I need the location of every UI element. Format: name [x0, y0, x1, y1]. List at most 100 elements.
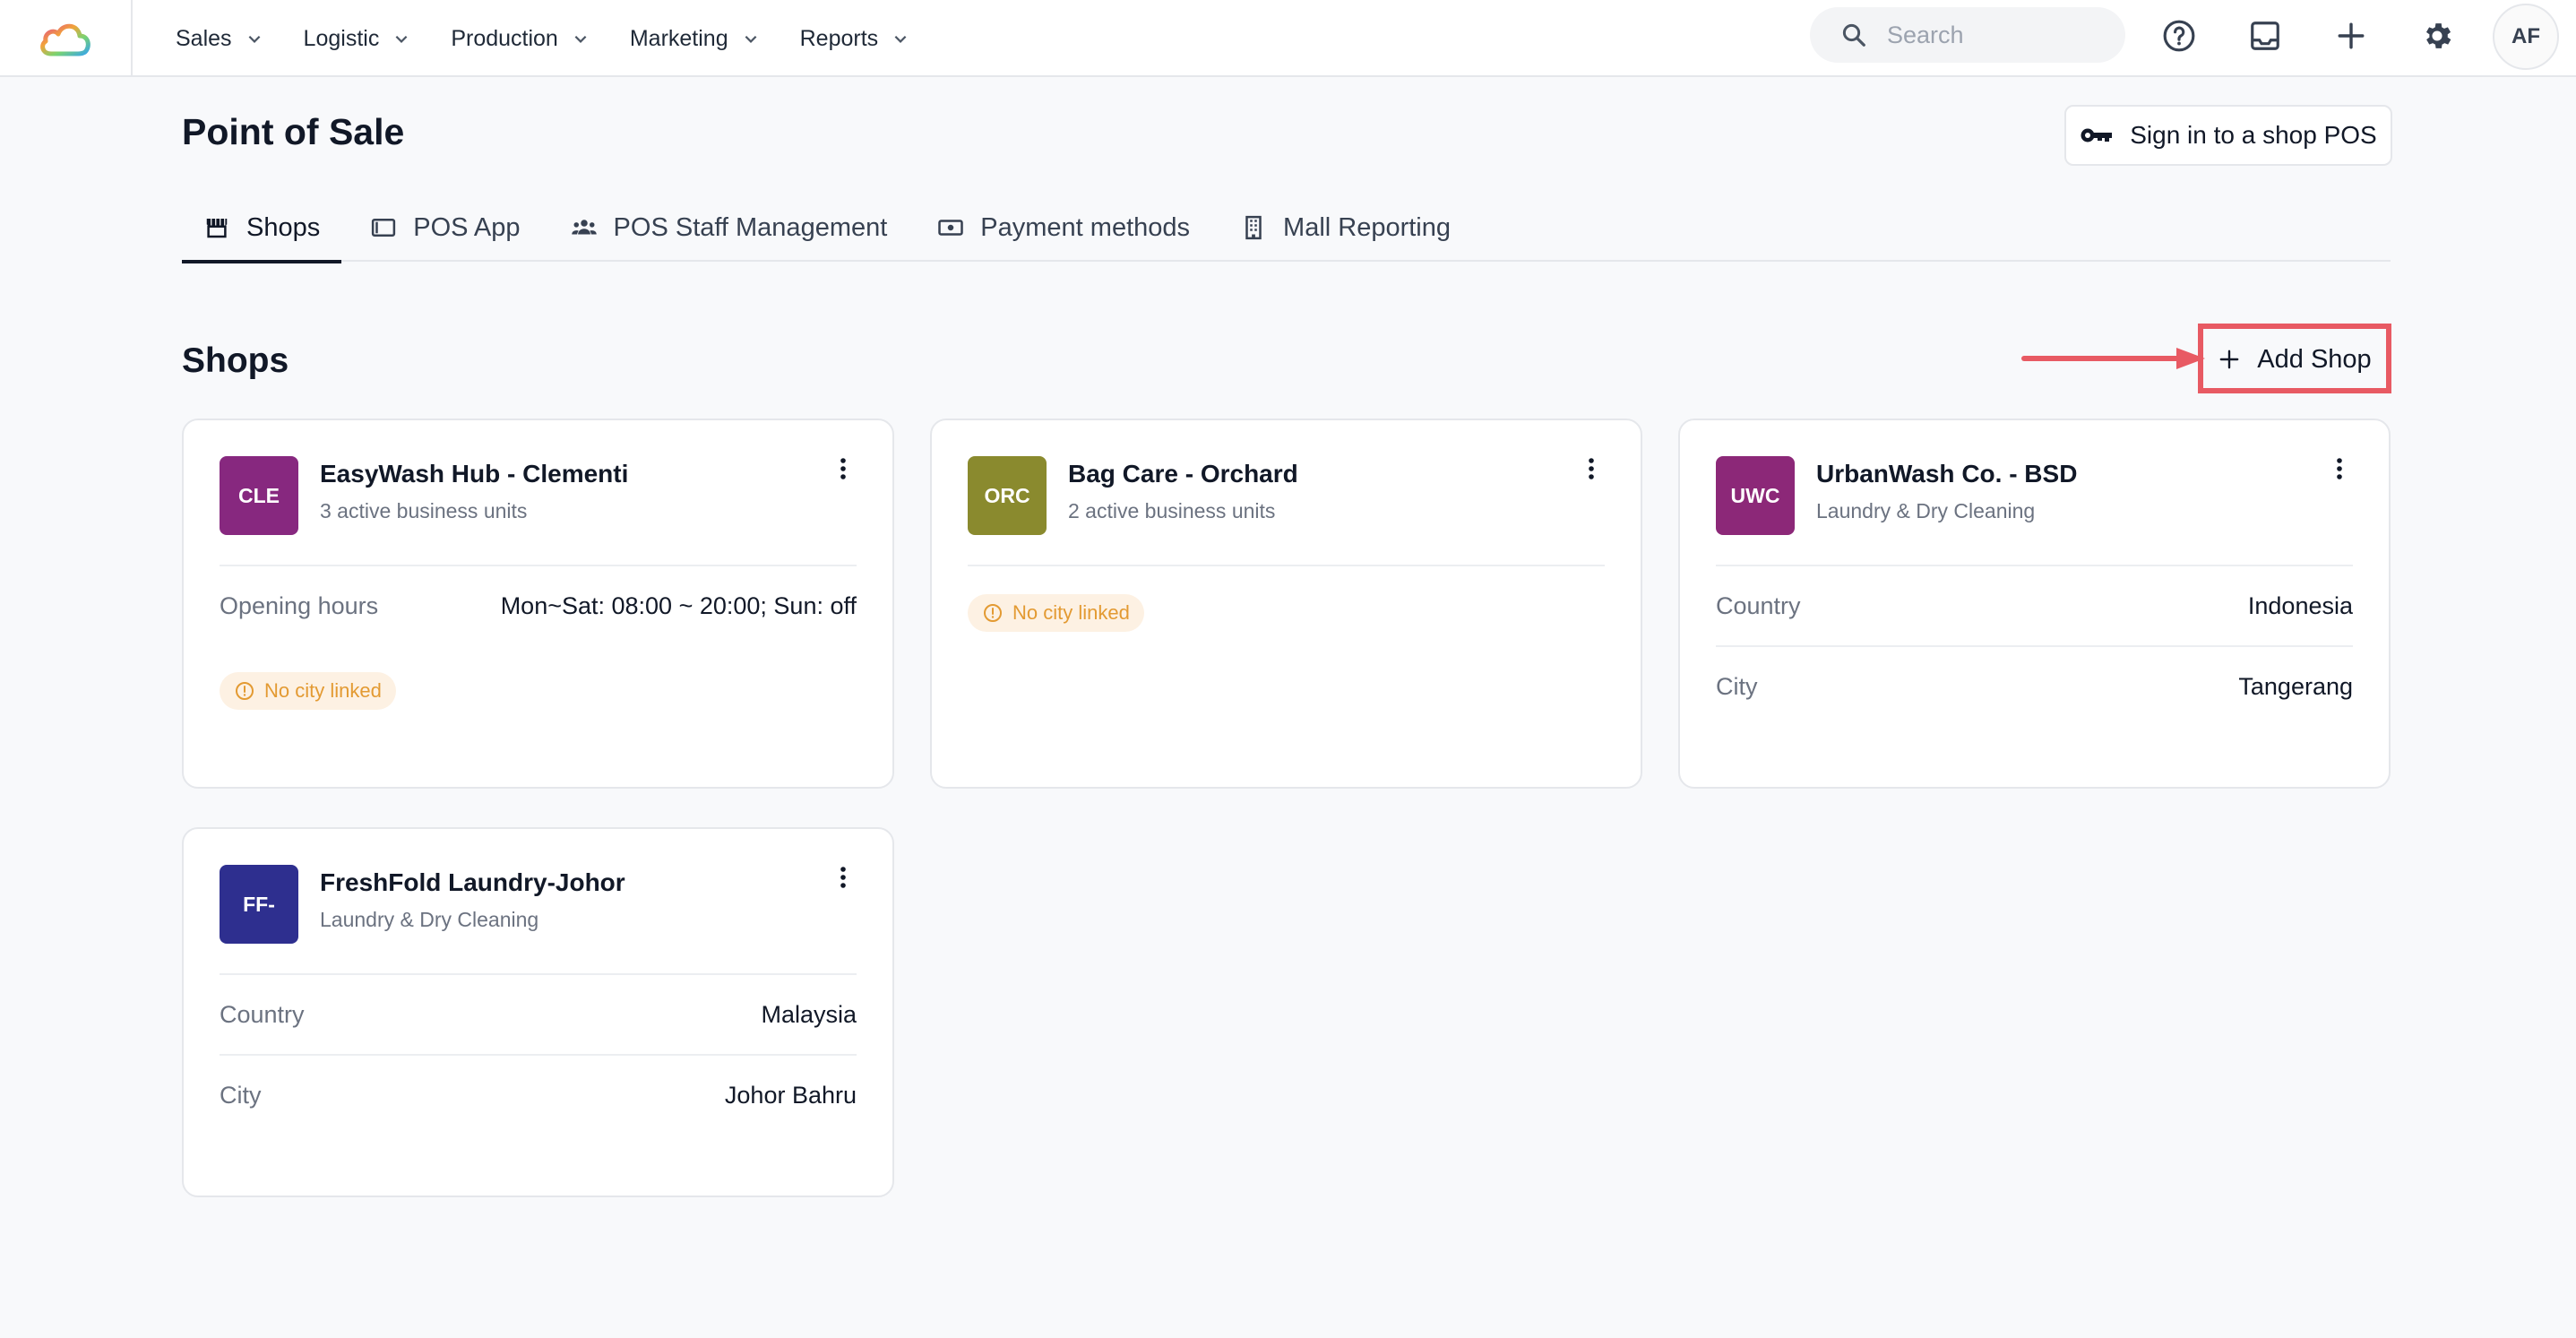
shop-subtitle: Laundry & Dry Cleaning	[320, 908, 539, 931]
top-navigation-bar: Sales Logistic Production Marketing Repo…	[0, 0, 2576, 77]
info-circle-icon	[236, 682, 254, 700]
country-label: Country	[1716, 592, 1801, 619]
card-divider	[968, 565, 1605, 566]
tablet-icon	[372, 219, 396, 237]
settings-button[interactable]	[2414, 13, 2460, 59]
shop-initials: ORC	[984, 483, 1030, 507]
shop-subtitle: 2 active business units	[1068, 499, 1276, 522]
tab-shops[interactable]: Shops	[182, 194, 342, 263]
opening-hours-label: Opening hours	[220, 592, 379, 619]
more-vertical-icon	[2337, 458, 2342, 479]
city-label: City	[1716, 673, 1758, 700]
more-vertical-icon	[1589, 458, 1594, 479]
shop-subtitle: Laundry & Dry Cleaning	[1816, 499, 2036, 522]
opening-hours-value: Mon~Sat: 08:00 ~ 20:00; Sun: off	[500, 592, 857, 619]
country-value: Indonesia	[2247, 592, 2353, 619]
plus-icon	[2338, 22, 2365, 49]
badge-label: No city linked	[1012, 601, 1130, 624]
shop-card[interactable]: UWC UrbanWash Co. - BSD Laundry & Dry Cl…	[1678, 419, 2391, 789]
menu-production[interactable]: Production	[451, 26, 589, 52]
tab-mall-reporting[interactable]: Mall Reporting	[1219, 194, 1472, 262]
card-divider	[220, 973, 857, 975]
page-title: Point of Sale	[182, 111, 405, 152]
shop-name: FreshFold Laundry-Johor	[320, 868, 625, 896]
people-icon	[571, 220, 597, 235]
shop-name: Bag Care - Orchard	[1068, 460, 1298, 488]
shop-initials: CLE	[238, 483, 280, 507]
shop-avatar: UWC	[1716, 456, 1795, 535]
add-shop-button[interactable]: Add Shop	[2209, 334, 2382, 384]
menu-marketing[interactable]: Marketing	[630, 26, 759, 52]
chevron-down-icon	[248, 35, 260, 43]
tab-pos-app[interactable]: POS App	[349, 194, 541, 262]
avatar-initials: AF	[2511, 24, 2540, 48]
storefront-icon	[206, 219, 228, 238]
menu-label: Logistic	[303, 25, 380, 51]
sign-in-shop-pos-button[interactable]: Sign in to a shop POS	[2064, 105, 2392, 166]
menu-logistic[interactable]: Logistic	[304, 26, 410, 52]
chevron-down-icon	[894, 35, 907, 43]
more-vertical-icon	[840, 867, 846, 888]
shop-menu-button[interactable]	[830, 453, 857, 485]
help-icon	[2163, 20, 2195, 52]
menu-label: Sales	[176, 25, 232, 51]
shop-initials: UWC	[1730, 483, 1780, 507]
card-divider	[1716, 565, 2353, 566]
sign-in-label: Sign in to a shop POS	[2130, 121, 2377, 149]
country-label: Country	[220, 1001, 305, 1028]
search-icon	[1842, 23, 1865, 47]
tab-label: POS App	[413, 212, 521, 242]
card-divider	[1716, 645, 2353, 647]
menu-label: Marketing	[629, 25, 728, 51]
chevron-down-icon	[745, 35, 757, 43]
search-input[interactable]	[1887, 21, 2120, 49]
inbox-button[interactable]	[2242, 13, 2288, 59]
app-logo[interactable]	[0, 0, 133, 77]
gear-icon	[2425, 23, 2451, 48]
cloud-logo-icon	[40, 23, 90, 56]
shop-initials: FF-	[243, 892, 275, 916]
more-vertical-icon	[840, 458, 846, 479]
shop-avatar: ORC	[968, 456, 1047, 535]
add-shop-label: Add Shop	[2257, 344, 2372, 374]
tab-pos-staff-management[interactable]: POS Staff Management	[549, 194, 909, 262]
menu-label: Reports	[799, 25, 879, 51]
tab-label: Shops	[246, 212, 321, 242]
status-badge: No city linked	[220, 672, 396, 710]
menu-reports[interactable]: Reports	[800, 26, 909, 52]
section-title: Shops	[182, 341, 289, 380]
badge-label: No city linked	[264, 679, 382, 702]
shop-menu-button[interactable]	[2326, 453, 2353, 485]
tab-payment-methods[interactable]: Payment methods	[916, 194, 1211, 262]
menu-sales[interactable]: Sales	[176, 26, 263, 52]
shop-card[interactable]: ORC Bag Care - Orchard 2 active business…	[930, 419, 1642, 789]
search-box[interactable]	[1810, 7, 2125, 63]
tab-bar: Shops POS App POS Staff Management Payme…	[182, 194, 2391, 263]
chevron-down-icon	[574, 35, 587, 43]
tab-label: POS Staff Management	[613, 212, 888, 242]
country-value: Malaysia	[761, 1001, 857, 1028]
shop-name: EasyWash Hub - Clementi	[320, 460, 629, 488]
shop-menu-button[interactable]	[830, 861, 857, 893]
tab-label: Mall Reporting	[1283, 212, 1452, 242]
create-button[interactable]	[2328, 13, 2374, 59]
card-divider	[220, 1054, 857, 1056]
shop-subtitle: 3 active business units	[320, 499, 528, 522]
cash-icon	[938, 220, 964, 236]
city-label: City	[220, 1082, 262, 1109]
inbox-icon	[2251, 22, 2279, 50]
shop-card[interactable]: FF- FreshFold Laundry-Johor Laundry & Dr…	[182, 827, 894, 1197]
main-menu: Sales Logistic Production Marketing Repo…	[176, 0, 950, 77]
menu-label: Production	[451, 25, 558, 51]
shop-card[interactable]: CLE EasyWash Hub - Clementi 3 active bus…	[182, 419, 894, 789]
help-button[interactable]	[2156, 13, 2202, 59]
key-icon	[2081, 128, 2113, 142]
chevron-down-icon	[395, 35, 408, 43]
city-value: Tangerang	[2238, 673, 2353, 700]
user-avatar[interactable]: AF	[2493, 4, 2559, 70]
shop-menu-button[interactable]	[1578, 453, 1605, 485]
building-icon	[1245, 215, 1262, 240]
info-circle-icon	[984, 604, 1002, 622]
shop-name: UrbanWash Co. - BSD	[1816, 460, 2078, 488]
plus-icon	[2219, 350, 2239, 369]
